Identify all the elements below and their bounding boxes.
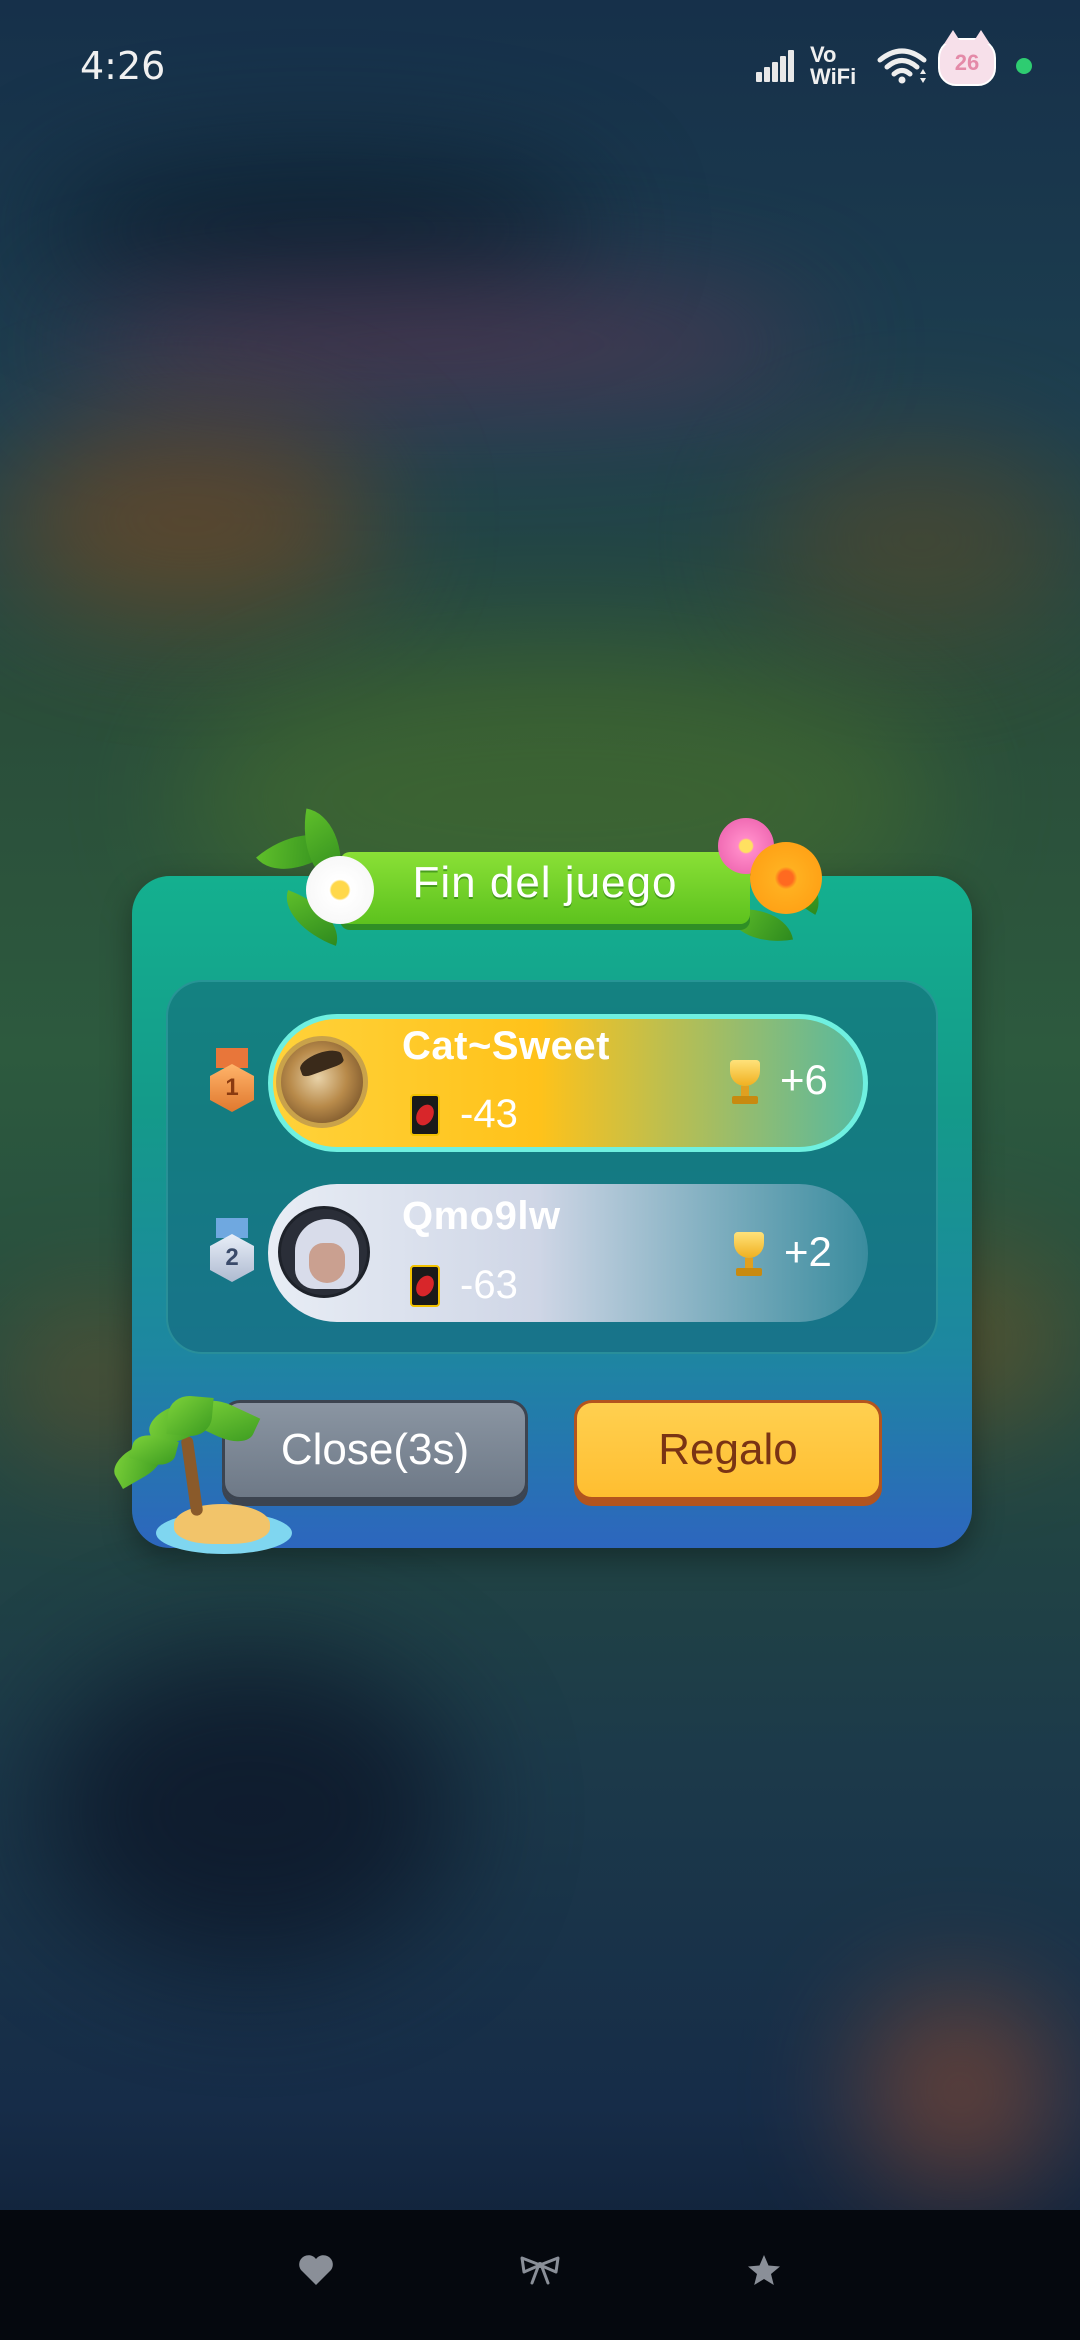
player-name: Qmo9lw (402, 1194, 561, 1238)
heart-icon[interactable] (294, 2248, 338, 2292)
bow-icon[interactable] (518, 2248, 562, 2292)
star-icon[interactable] (742, 2248, 786, 2292)
rank-medal-silver: 2 (208, 1218, 256, 1284)
avatar[interactable] (278, 1206, 370, 1298)
status-bar: 4:26 Vo WiFi 26 (0, 0, 1080, 130)
vowifi-indicator: Vo WiFi (810, 42, 857, 89)
trophy-icon (726, 1230, 772, 1280)
trophy-icon (722, 1058, 768, 1108)
signal-icon (756, 48, 800, 82)
trophy-delta: +2 (784, 1228, 832, 1275)
uno-card-icon (410, 1094, 440, 1136)
orange-flower-icon (750, 842, 822, 914)
wifi-icon (877, 48, 927, 84)
privacy-indicator-dot (1016, 58, 1032, 74)
cat-badge-icon: 26 (938, 30, 996, 86)
uno-card-icon (410, 1265, 440, 1307)
white-flower-icon (306, 856, 374, 924)
rank-medal-gold: 1 (208, 1048, 256, 1114)
card-score: -43 (460, 1092, 518, 1136)
palm-island-icon (107, 1392, 298, 1566)
gift-button[interactable]: Regalo (574, 1400, 882, 1500)
dialog-title: Fin del juego (412, 858, 678, 907)
card-score: -63 (460, 1263, 518, 1307)
status-time: 4:26 (80, 44, 166, 88)
trophy-delta: +6 (780, 1056, 828, 1103)
avatar[interactable] (276, 1036, 368, 1128)
player-name: Cat~Sweet (402, 1024, 610, 1068)
